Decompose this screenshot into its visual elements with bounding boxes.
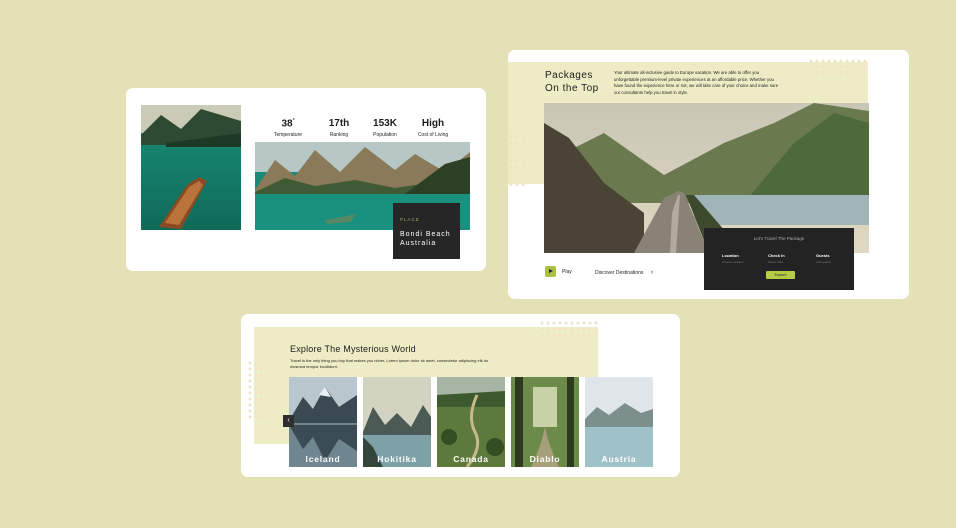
dot-pattern xyxy=(247,360,265,420)
booking-heading: Let's Travel The Package xyxy=(753,236,805,241)
destination-name: Diablo xyxy=(529,454,561,464)
field-label: Check In xyxy=(768,253,785,258)
dot-pattern xyxy=(508,128,526,186)
play-button[interactable] xyxy=(545,266,556,277)
explore-world-card: Explore The Mysterious World Travel is t… xyxy=(241,314,680,477)
explore-button[interactable]: Explore xyxy=(766,271,795,279)
place-info-box: PLACE Bondi Beach Australia xyxy=(393,203,460,259)
booking-field-location[interactable]: Location Choose location xyxy=(722,253,744,264)
booking-field-checkin[interactable]: Check In Select date xyxy=(768,253,785,264)
place-stats-card: 38° Temperature 17th Ranking 153K Popula… xyxy=(126,88,486,271)
boat-lake-photo xyxy=(141,105,241,230)
destination-card-austria[interactable]: Austria xyxy=(585,377,653,467)
packages-description: Your ultimate all-inclusive guide to Eur… xyxy=(614,70,779,95)
play-label[interactable]: Play xyxy=(562,269,572,275)
stat-label: Cost of Living xyxy=(417,132,449,138)
destination-card-hokitika[interactable]: Hokitika xyxy=(363,377,431,467)
dot-pattern xyxy=(539,320,599,336)
field-hint: Select date xyxy=(768,260,784,264)
explore-description: Travel is the only thing you buy that ma… xyxy=(290,358,489,369)
field-hint: Choose location xyxy=(722,260,744,264)
discover-label: Discover Destinations xyxy=(595,270,644,276)
stat-cost-of-living: High Cost of Living xyxy=(403,118,463,138)
destination-card-iceland[interactable]: Iceland xyxy=(289,377,357,467)
stat-unit: ° xyxy=(292,118,295,124)
stat-value: High xyxy=(421,118,445,129)
stat-value: 38 xyxy=(281,118,293,130)
booking-panel: Let's Travel The Package Location Choose … xyxy=(704,228,854,290)
explore-title: Explore The Mysterious World xyxy=(290,344,416,354)
packages-card: Packages On the Top Your ultimate all-in… xyxy=(508,50,909,299)
destination-name: Iceland xyxy=(305,454,341,464)
discover-link[interactable]: Discover Destinations › xyxy=(595,269,653,276)
chevron-left-icon[interactable]: ‹ xyxy=(283,415,294,427)
booking-field-guests[interactable]: Guests Add guests xyxy=(816,253,831,264)
field-label: Location xyxy=(722,253,739,258)
destination-card-canada[interactable]: Canada xyxy=(437,377,505,467)
place-kicker: PLACE xyxy=(400,217,420,222)
chevron-right-icon: › xyxy=(650,269,654,276)
place-name: Bondi Beach Australia xyxy=(400,231,451,247)
destination-name: Hokitika xyxy=(377,454,417,464)
field-hint: Add guests xyxy=(816,260,832,264)
field-label: Guests xyxy=(816,253,830,258)
packages-title: Packages On the Top xyxy=(545,70,599,94)
destination-card-diablo[interactable]: Diablo xyxy=(511,377,579,467)
destination-name: Austria xyxy=(601,454,637,464)
destination-name: Canada xyxy=(453,454,489,464)
dot-pattern xyxy=(808,58,868,76)
